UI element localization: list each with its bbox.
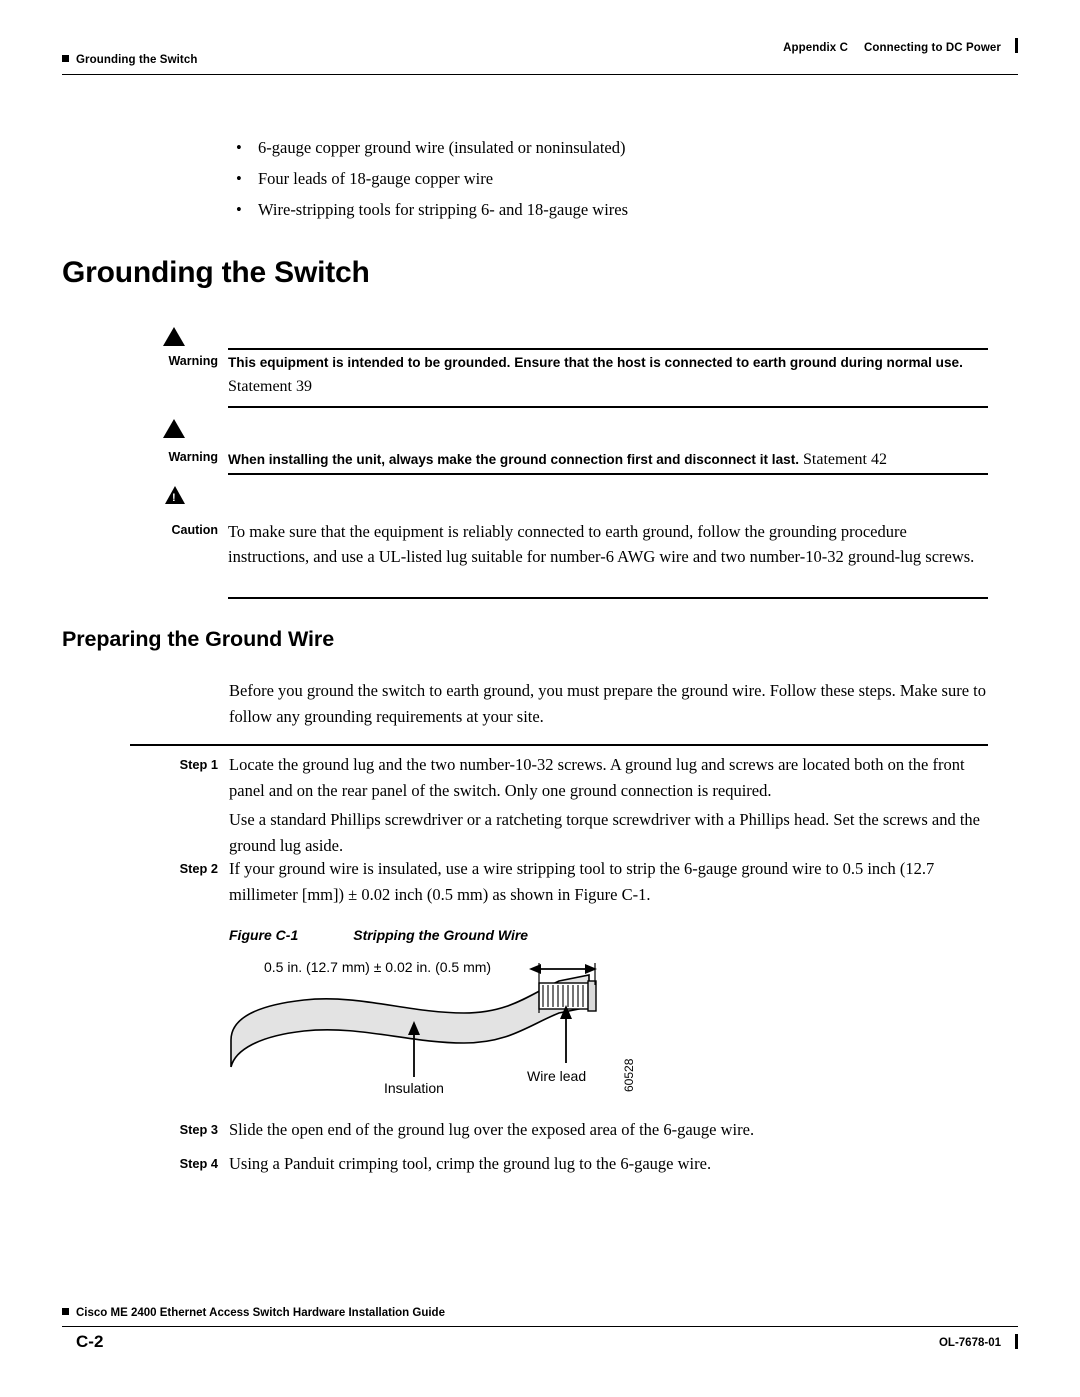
figure-graphic bbox=[230, 963, 597, 1077]
footer-square-icon bbox=[62, 1308, 69, 1315]
header-bar-icon bbox=[1015, 38, 1018, 53]
footer-rule bbox=[62, 1326, 1018, 1327]
page-header: Grounding the Switch Appendix C Connectin… bbox=[62, 38, 1018, 75]
admonition-text: This equipment is intended to be grounde… bbox=[228, 351, 988, 399]
header-chapter-label: Connecting to DC Power bbox=[863, 42, 1001, 54]
admonition-rule-bottom bbox=[228, 597, 988, 599]
header-rule bbox=[62, 74, 1018, 75]
admonition-main-text: When installing the unit, always make th… bbox=[228, 452, 800, 467]
warning-triangle-icon bbox=[163, 327, 185, 346]
footer-page-number: C-2 bbox=[76, 1332, 104, 1351]
header-left: Grounding the Switch bbox=[62, 54, 197, 66]
footer-doc-id: OL-7678-01 bbox=[939, 1334, 1018, 1349]
header-right: Appendix C Connecting to DC Power bbox=[783, 38, 1018, 54]
step-1-text: Locate the ground lug and the two number… bbox=[229, 755, 965, 800]
admonition-statement: Statement 42 bbox=[799, 451, 887, 468]
caution-admonition: ! Caution To make sure that the equipmen… bbox=[130, 473, 988, 599]
step-2-text-after: . bbox=[646, 884, 651, 904]
page-title: Grounding the Switch bbox=[62, 256, 370, 289]
admonition-rule-bottom bbox=[228, 406, 988, 408]
list-item-label: 6-gauge copper ground wire (insulated or… bbox=[258, 138, 626, 157]
warning-triangle-icon bbox=[163, 419, 185, 438]
figure-cross-reference[interactable]: Figure C-1 bbox=[574, 885, 646, 904]
footer-doc-id-label: OL-7678-01 bbox=[938, 1337, 1001, 1349]
figure-number: Figure C-1 bbox=[229, 927, 299, 943]
admonition-label: Caution bbox=[171, 523, 218, 537]
subsection-title: Preparing the Ground Wire bbox=[62, 627, 335, 651]
admonition-rule-top bbox=[228, 348, 988, 350]
wire-lead-label: Wire lead bbox=[527, 1068, 587, 1084]
figure-stripping-ground-wire: 0.5 in. (12.7 mm) ± 0.02 in. (0.5 mm) In… bbox=[229, 955, 749, 1100]
admonition-text: When installing the unit, always make th… bbox=[228, 448, 988, 472]
step-3-label: Step 3 bbox=[179, 1122, 218, 1137]
dimension-arrow bbox=[529, 964, 597, 974]
wire-lead-callout-arrow bbox=[560, 1005, 572, 1063]
admonition-label: Warning bbox=[168, 450, 218, 464]
steps-rule-top bbox=[130, 744, 988, 746]
step-1-label: Step 1 bbox=[179, 757, 218, 772]
step-4-text: Using a Panduit crimping tool, crimp the… bbox=[229, 1154, 712, 1173]
admonition-statement: Statement 39 bbox=[228, 378, 312, 395]
caution-exclamation-icon: ! bbox=[172, 492, 176, 504]
list-item: • Wire-stripping tools for stripping 6- … bbox=[229, 194, 989, 225]
list-item-label: Wire-stripping tools for stripping 6- an… bbox=[258, 200, 629, 219]
admonition-text: To make sure that the equipment is relia… bbox=[228, 522, 975, 566]
admonition-label: Warning bbox=[168, 354, 218, 368]
figure-art-id: 60528 bbox=[622, 1058, 636, 1092]
list-item-label: Four leads of 18-gauge copper wire bbox=[258, 169, 494, 188]
warning-admonition-2: Warning When installing the unit, always… bbox=[130, 410, 988, 475]
header-square-icon bbox=[62, 55, 69, 62]
list-item: • Four leads of 18-gauge copper wire bbox=[229, 163, 989, 194]
bullet-icon: • bbox=[236, 138, 242, 157]
step-2-text: If your ground wire is insulated, use a … bbox=[229, 856, 991, 907]
bullet-icon: • bbox=[236, 169, 242, 188]
step-4-label: Step 4 bbox=[179, 1156, 218, 1171]
insulation-label: Insulation bbox=[384, 1080, 444, 1096]
wire-tip-shape bbox=[587, 980, 597, 1012]
requirements-list: • 6-gauge copper ground wire (insulated … bbox=[229, 132, 989, 225]
wire-insulation-shape bbox=[230, 974, 590, 1068]
step-2-label: Step 2 bbox=[179, 861, 218, 876]
step-3-text: Slide the open end of the ground lug ove… bbox=[229, 1120, 755, 1139]
header-left-label: Grounding the Switch bbox=[76, 54, 198, 66]
step-1-note-text: Use a standard Phillips screwdriver or a… bbox=[229, 810, 980, 855]
admonition-main-text: This equipment is intended to be grounde… bbox=[228, 355, 963, 370]
figure-title: Stripping the Ground Wire bbox=[353, 927, 529, 943]
header-appendix-label: Appendix C bbox=[783, 42, 848, 54]
bullet-icon: • bbox=[236, 200, 242, 219]
figure-caption: Figure C-1 Stripping the Ground Wire bbox=[229, 927, 528, 943]
footer-bar-icon bbox=[1015, 1334, 1018, 1349]
list-item: • 6-gauge copper ground wire (insulated … bbox=[229, 132, 989, 163]
footer-guide-title: Cisco ME 2400 Ethernet Access Switch Har… bbox=[62, 1307, 445, 1319]
footer-guide-label: Cisco ME 2400 Ethernet Access Switch Har… bbox=[76, 1307, 445, 1319]
intro-paragraph: Before you ground the switch to earth gr… bbox=[229, 681, 987, 726]
warning-admonition-1: Warning This equipment is intended to be… bbox=[130, 322, 988, 408]
